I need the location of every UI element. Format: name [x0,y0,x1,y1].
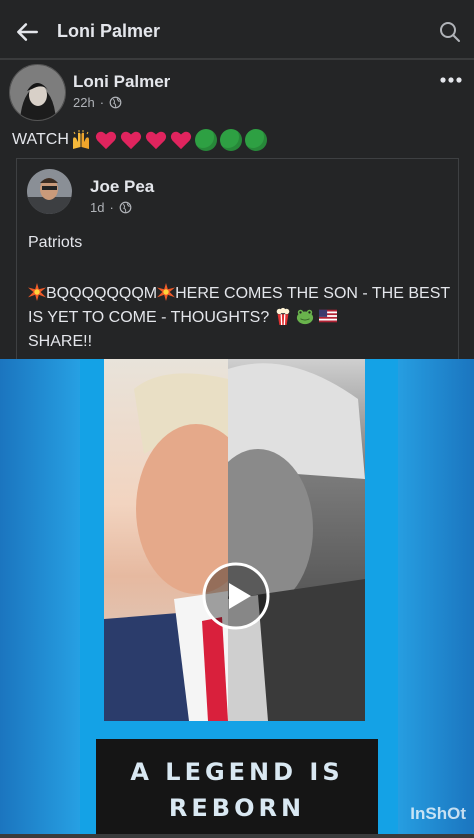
inshot-watermark: InShOt [410,804,466,823]
shared-text-part1: BQQQQQQQM [46,285,158,302]
collision-icon [28,283,46,301]
author-avatar[interactable] [9,64,66,121]
top-bar: Loni Palmer [0,0,474,60]
post-time[interactable]: 22h [73,95,95,110]
video-thumbnail-right [203,359,365,721]
us-flag-icon [318,309,337,323]
emoji-row [70,129,267,151]
post-meta: 22h · [73,95,122,110]
green-circle-icon [194,129,217,151]
green-circle-icon [244,129,267,151]
page-title: Loni Palmer [57,21,161,41]
banner-line2: REBORN [168,794,306,822]
shared-post-text-body: BQQQQQQQM HERE COMES THE SON - THE BEST … [28,282,458,354]
heart-icon [120,131,141,150]
video-player[interactable]: A LEGEND IS REBORN InShOt [0,359,474,834]
author-name[interactable]: Loni Palmer [73,72,170,92]
meta-separator: · [99,95,105,110]
shared-post-meta: 1d · [90,200,132,215]
shared-text-part3: SHARE!! [28,333,93,350]
shared-post-text-line1: Patriots [28,234,83,251]
banner-line1: A LEGEND IS [130,758,344,786]
search-icon[interactable] [438,20,462,44]
post-text-label: WATCH [12,131,69,148]
raised-hands-icon [72,130,89,149]
heart-icon [145,131,166,150]
video-banner-text: A LEGEND IS REBORN [96,754,378,826]
heart-icon [170,131,191,150]
bottom-divider [0,834,474,838]
more-options-icon[interactable] [438,70,464,90]
popcorn-icon [276,307,289,325]
play-icon[interactable] [202,562,270,630]
shared-author-avatar[interactable] [27,169,72,214]
meta-separator: · [109,200,114,215]
shared-post-time[interactable]: 1d [90,200,104,215]
video-thumbnail-left [104,359,256,721]
collision-icon [157,283,176,301]
green-circle-icon [219,129,242,151]
globe-icon [109,96,122,109]
frog-icon [297,309,314,325]
shared-author-name[interactable]: Joe Pea [90,177,154,197]
heart-icon [95,131,116,150]
back-arrow-icon[interactable] [14,19,40,45]
post-text: WATCH [12,129,267,151]
globe-icon [119,201,132,214]
